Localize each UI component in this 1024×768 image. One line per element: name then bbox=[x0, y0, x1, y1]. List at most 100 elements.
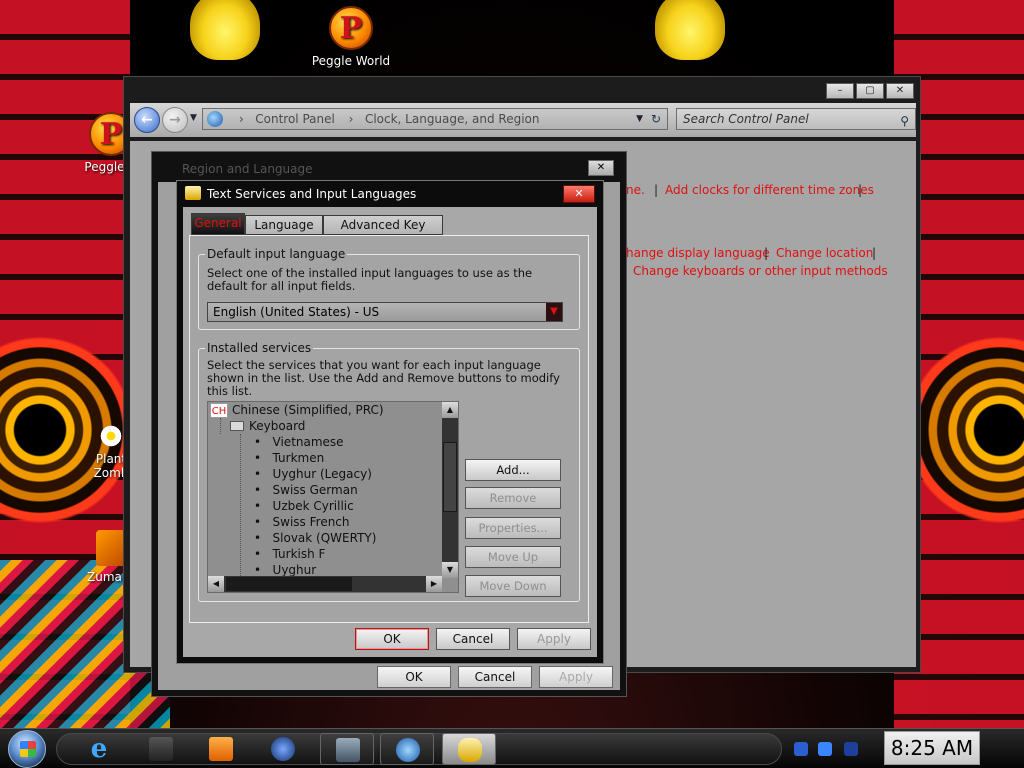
link-add-clocks[interactable]: Add clocks for different time zones bbox=[665, 183, 874, 197]
keyboard-icon bbox=[185, 186, 201, 200]
tree-item-label: Turkish F bbox=[272, 547, 326, 561]
control-panel-icon bbox=[207, 111, 223, 127]
tree-item-keyboard-category[interactable]: Keyboard bbox=[230, 418, 305, 434]
taskbar-task-control-panel[interactable] bbox=[320, 733, 374, 765]
taskbar-internet-explorer[interactable]: e bbox=[72, 733, 126, 765]
link-change-keyboards[interactable]: Change keyboards or other input methods bbox=[633, 264, 888, 278]
scroll-up-arrow-icon[interactable]: ▲ bbox=[442, 402, 458, 418]
tab-general[interactable]: General bbox=[191, 213, 245, 235]
taskbar-browser[interactable] bbox=[256, 733, 310, 765]
navigation-bar: ← → ▼ › Control Panel › Clock, Language,… bbox=[130, 103, 916, 137]
recent-pages-icon[interactable]: ▼ bbox=[190, 113, 197, 123]
tab-advanced-key-settings[interactable]: Advanced Key Settings bbox=[323, 215, 443, 250]
caption-buttons: – ▢ ✕ bbox=[826, 83, 914, 99]
address-bar[interactable]: › Control Panel › Clock, Language, and R… bbox=[202, 108, 668, 130]
forward-button[interactable]: → bbox=[162, 107, 188, 133]
scroll-left-arrow-icon[interactable]: ◀ bbox=[208, 576, 224, 592]
search-icon[interactable]: ⚲ bbox=[900, 111, 909, 131]
horizontal-scrollbar[interactable]: ◀ ▶ bbox=[208, 576, 442, 592]
tree-item-keyboard[interactable]: • Uzbek Cyrillic bbox=[254, 498, 354, 514]
close-button[interactable]: ✕ bbox=[886, 83, 914, 99]
chevron-down-icon[interactable]: ▼ bbox=[546, 303, 562, 321]
tree-item-label: Chinese (Simplified, PRC) bbox=[232, 403, 384, 417]
clock-globe-icon bbox=[396, 738, 420, 762]
tree-item-language[interactable]: CH Chinese (Simplified, PRC) bbox=[210, 402, 384, 418]
search-placeholder: Search Control Panel bbox=[683, 112, 809, 126]
back-button[interactable]: ← bbox=[134, 107, 160, 133]
tree-item-keyboard[interactable]: • Uyghur (Legacy) bbox=[254, 466, 372, 482]
breadcrumb-clock-language-region[interactable]: Clock, Language, and Region bbox=[365, 112, 540, 126]
keyboard-icon bbox=[458, 738, 482, 762]
refresh-icon[interactable]: ↻ bbox=[651, 109, 661, 129]
dialog-body: General Language Bar Advanced Key Settin… bbox=[183, 207, 597, 657]
tree-item-label: Vietnamese bbox=[272, 435, 344, 449]
search-input[interactable]: Search Control Panel ⚲ bbox=[676, 108, 916, 130]
system-tray bbox=[786, 733, 886, 765]
group-legend: Installed services bbox=[205, 341, 314, 355]
vertical-scrollbar[interactable]: ▲ ▼ bbox=[442, 402, 458, 578]
shield-icon[interactable] bbox=[794, 742, 808, 756]
tree-item-label: Slovak (QWERTY) bbox=[272, 531, 377, 545]
breadcrumb-control-panel[interactable]: Control Panel bbox=[255, 112, 335, 126]
desktop-icon-peggle-world[interactable]: P Peggle World bbox=[306, 6, 396, 68]
tab-language-bar[interactable]: Language Bar bbox=[245, 215, 323, 250]
dialog-title: Text Services and Input Languages bbox=[207, 187, 417, 201]
folder-icon bbox=[149, 737, 173, 761]
tree-item-keyboard[interactable]: • Vietnamese bbox=[254, 434, 344, 450]
installed-services-tree[interactable]: CH Chinese (Simplified, PRC) Keyboard • V… bbox=[207, 401, 459, 593]
tree-item-label: Keyboard bbox=[249, 419, 306, 433]
ok-button[interactable]: OK bbox=[377, 666, 451, 688]
default-language-select[interactable]: English (United States) - US ▼ bbox=[207, 302, 563, 322]
media-player-icon bbox=[209, 737, 233, 761]
close-button[interactable]: ✕ bbox=[588, 160, 614, 176]
ok-button[interactable]: OK bbox=[355, 628, 429, 650]
tree-item-keyboard[interactable]: • Slovak (QWERTY) bbox=[254, 530, 376, 546]
control-panel-icon bbox=[336, 738, 360, 762]
selected-language: English (United States) - US bbox=[213, 305, 380, 319]
taskbar-folder[interactable] bbox=[134, 733, 188, 765]
link-separator: | bbox=[858, 183, 863, 197]
tree-item-label: Swiss French bbox=[272, 515, 350, 529]
start-button[interactable] bbox=[8, 730, 46, 768]
tree-item-keyboard[interactable]: • Turkmen bbox=[254, 450, 324, 466]
tree-item-keyboard[interactable]: • Swiss French bbox=[254, 514, 350, 530]
volume-icon[interactable] bbox=[844, 742, 858, 756]
cancel-button[interactable]: Cancel bbox=[436, 628, 510, 650]
link-change-location[interactable]: Change location bbox=[776, 246, 873, 260]
scrollbar-thumb[interactable] bbox=[443, 442, 457, 512]
taskbar-clock[interactable]: 8:25 AM bbox=[884, 731, 980, 765]
remove-button[interactable]: Remove bbox=[465, 487, 561, 509]
text-services-dialog: Text Services and Input Languages ✕ Gene… bbox=[176, 180, 604, 664]
link-truncated[interactable]: ne. bbox=[626, 183, 645, 197]
apply-button[interactable]: Apply bbox=[539, 666, 613, 688]
add-button[interactable]: Add... bbox=[465, 459, 561, 481]
network-icon[interactable] bbox=[818, 742, 832, 756]
scroll-down-arrow-icon[interactable]: ▼ bbox=[442, 562, 458, 578]
apply-button[interactable]: Apply bbox=[517, 628, 591, 650]
address-dropdown-icon[interactable]: ▼ bbox=[636, 109, 643, 129]
language-badge: CH bbox=[210, 403, 228, 418]
tree-item-keyboard[interactable]: • Turkish F bbox=[254, 546, 325, 562]
tree-item-label: Uyghur (Legacy) bbox=[272, 467, 372, 481]
cancel-button[interactable]: Cancel bbox=[458, 666, 532, 688]
tree-connector bbox=[220, 418, 221, 434]
properties-button[interactable]: Properties... bbox=[465, 517, 561, 539]
group-description: Select one of the installed input langua… bbox=[207, 266, 533, 293]
close-button[interactable]: ✕ bbox=[563, 185, 595, 203]
scrollbar-thumb[interactable] bbox=[226, 577, 352, 591]
link-separator: | bbox=[872, 246, 877, 260]
minimize-button[interactable]: – bbox=[826, 83, 854, 99]
peggle-icon: P bbox=[329, 6, 373, 50]
tree-connector bbox=[240, 434, 241, 578]
taskbar-task-text-services[interactable] bbox=[442, 733, 496, 765]
taskbar-task-region-language[interactable] bbox=[380, 733, 434, 765]
maximize-button[interactable]: ▢ bbox=[856, 83, 884, 99]
scroll-right-arrow-icon[interactable]: ▶ bbox=[426, 576, 442, 592]
move-down-button[interactable]: Move Down bbox=[465, 575, 561, 597]
move-up-button[interactable]: Move Up bbox=[465, 546, 561, 568]
tree-item-label: Turkmen bbox=[272, 451, 325, 465]
link-change-display-language[interactable]: hange display language bbox=[626, 246, 770, 260]
tree-item-keyboard[interactable]: • Swiss German bbox=[254, 482, 358, 498]
globe-icon bbox=[271, 737, 295, 761]
taskbar-media-player[interactable] bbox=[194, 733, 248, 765]
